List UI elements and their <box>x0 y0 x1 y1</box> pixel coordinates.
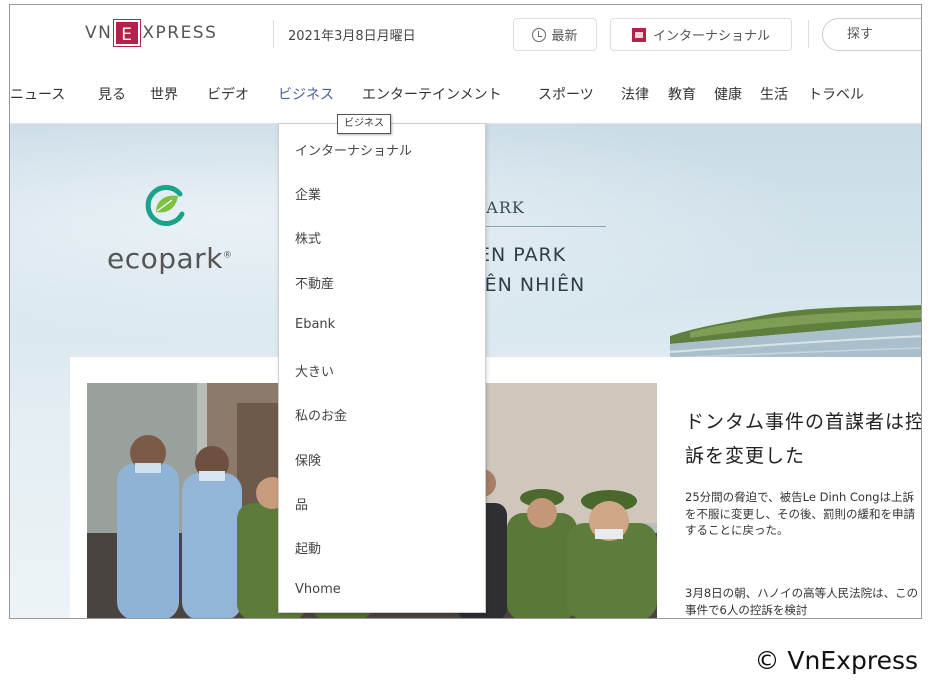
dropdown-item[interactable]: 保険 <box>295 450 321 469</box>
dropdown-item[interactable]: 私のお金 <box>295 405 347 424</box>
dropdown-item[interactable]: 大きい <box>295 361 334 380</box>
top-bar: VN E XPRESS 2021年3月8日月曜日 最新 インターナショナル 探す <box>10 5 921 61</box>
logo-text-right: XPRESS <box>142 23 218 43</box>
browser-screenshot: VN E XPRESS 2021年3月8日月曜日 最新 インターナショナル 探す… <box>9 4 922 619</box>
banner-line-2: EN PARK <box>478 244 567 266</box>
dropdown-item[interactable]: 不動産 <box>295 273 334 292</box>
dropdown-item[interactable]: インターナショナル <box>295 140 412 159</box>
international-icon <box>631 27 646 42</box>
nav-item[interactable]: 見る <box>98 84 138 104</box>
nav-item[interactable]: 世界 <box>150 84 195 104</box>
international-label: インターナショナル <box>652 29 770 44</box>
current-date: 2021年3月8日月曜日 <box>288 29 416 44</box>
nav-item[interactable]: 健康 <box>714 84 749 104</box>
nav-item[interactable]: ビジネス <box>278 84 348 104</box>
dropdown-item[interactable]: 品 <box>295 494 308 513</box>
clock-icon <box>532 27 547 42</box>
ecopark-leaf-icon <box>145 185 185 226</box>
image-credit: © VnExpress <box>754 646 918 675</box>
banner-line-3: IÊN NHIÊN <box>478 274 586 296</box>
banner-rule <box>476 226 606 227</box>
nav-item[interactable]: 生活 <box>760 84 795 104</box>
nav-item[interactable]: スポーツ <box>538 84 608 104</box>
nav-item[interactable]: ニュース <box>10 84 85 104</box>
main-nav: ニュース 見る 世界 ビデオ ビジネス エンターテインメント スポーツ 法律 教育 健康 生活 トラベ… <box>10 73 921 113</box>
nav-item[interactable]: エンターテインメント <box>362 84 522 104</box>
divider <box>273 20 274 48</box>
article-summary: 25分間の脅迫で、被告Le Dinh Congは上訴を不服に変更し、その後、罰則… <box>685 490 915 537</box>
divider <box>808 20 809 48</box>
search-input[interactable]: 探す <box>822 18 921 51</box>
nav-item[interactable]: トラベル <box>808 84 888 104</box>
latest-news-button[interactable]: 最新 <box>513 18 597 51</box>
logo-mark: E <box>113 19 142 47</box>
nav-item[interactable]: 法律 <box>621 84 656 104</box>
dropdown-item[interactable]: Vhome <box>295 582 341 597</box>
dropdown-item[interactable]: 企業 <box>295 184 321 203</box>
nav-item[interactable]: 教育 <box>668 84 703 104</box>
logo-text-left: VN <box>85 23 113 43</box>
ecopark-logo-text: ecopark® <box>107 242 233 275</box>
international-button[interactable]: インターナショナル <box>610 18 792 51</box>
nav-tooltip: ビジネス <box>337 114 391 134</box>
business-dropdown-menu: インターナショナル 企業株式不動産 Ebank 大きい私のお金保険品起動 Vhome <box>278 123 486 613</box>
article-summary-2: 3月8日の朝、ハノイの高等人民法院は、この事件で6人の控訴を検討 <box>685 586 919 617</box>
article-headline[interactable]: ドンタム事件の首謀者は控訴を変更した <box>685 405 921 473</box>
dropdown-item[interactable]: Ebank <box>295 317 335 332</box>
latest-news-label: 最新 <box>551 29 578 44</box>
dropdown-item[interactable]: 起動 <box>295 538 321 557</box>
nav-item[interactable]: ビデオ <box>207 84 265 104</box>
dropdown-item[interactable]: 株式 <box>295 228 321 247</box>
site-logo[interactable]: VN E XPRESS <box>85 19 218 47</box>
lake-trees-image <box>670 305 921 362</box>
